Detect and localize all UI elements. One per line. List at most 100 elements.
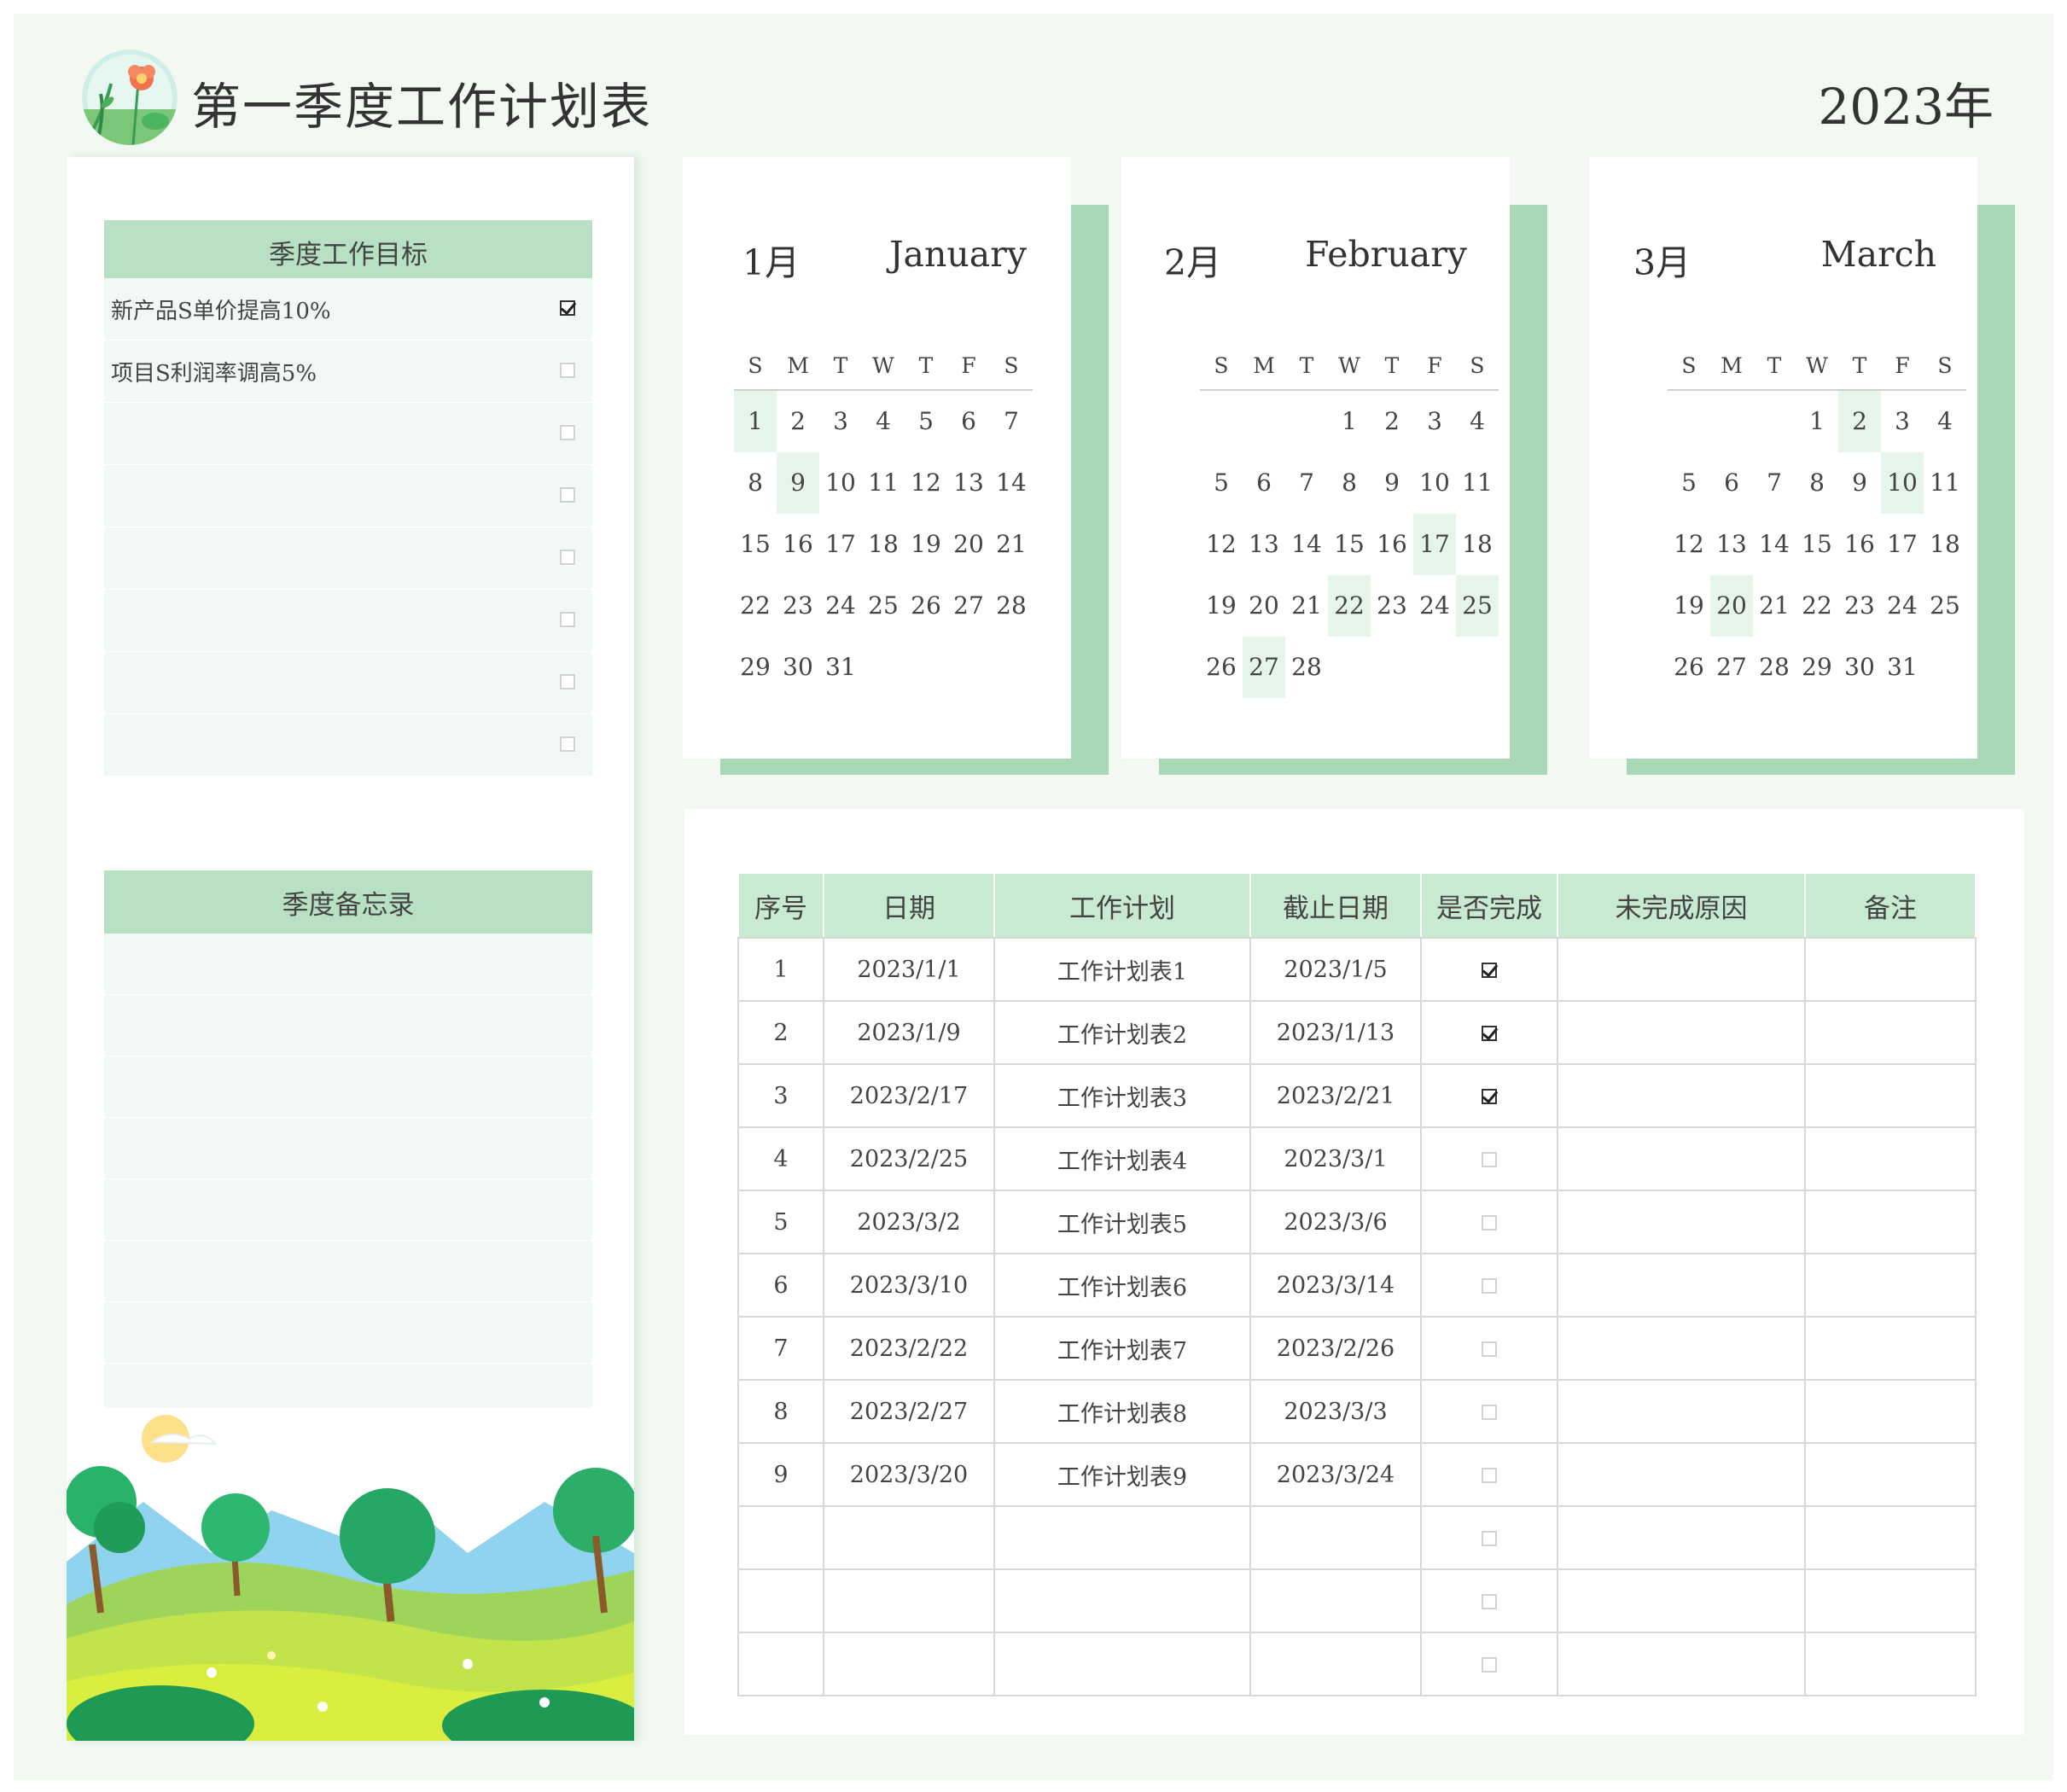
calendar-day[interactable]: 18 xyxy=(862,514,905,575)
calendar-day[interactable]: 4 xyxy=(1924,391,1966,452)
cell-no[interactable]: 4 xyxy=(737,1126,824,1191)
cell-done[interactable] xyxy=(1420,1568,1558,1633)
calendar-day[interactable]: 22 xyxy=(1796,575,1838,637)
calendar-day[interactable]: 16 xyxy=(777,514,819,575)
cell-reason[interactable] xyxy=(1557,937,1806,1002)
cell-note[interactable] xyxy=(1804,1568,1977,1633)
cell-note[interactable] xyxy=(1804,1505,1977,1570)
calendar-day[interactable]: 30 xyxy=(777,637,819,698)
cell-note[interactable] xyxy=(1804,1126,1977,1191)
cell-reason[interactable] xyxy=(1557,1000,1806,1065)
calendar-day[interactable]: 7 xyxy=(990,391,1033,452)
cell-plan[interactable]: 工作计划表6 xyxy=(993,1253,1251,1318)
calendar-day[interactable]: 22 xyxy=(1328,575,1371,637)
cell-reason[interactable] xyxy=(1557,1442,1806,1507)
calendar-day[interactable]: 6 xyxy=(947,391,990,452)
calendar-day[interactable]: 14 xyxy=(1285,514,1328,575)
cell-no[interactable] xyxy=(737,1505,824,1570)
cell-plan[interactable]: 工作计划表1 xyxy=(993,937,1251,1002)
done-checkbox-icon[interactable] xyxy=(1482,1657,1497,1673)
cell-no[interactable]: 6 xyxy=(737,1253,824,1318)
cell-date[interactable]: 2023/1/9 xyxy=(823,1000,995,1065)
cell-reason[interactable] xyxy=(1557,1505,1806,1570)
calendar-day[interactable]: 1 xyxy=(1796,391,1838,452)
calendar-day[interactable]: 2 xyxy=(777,391,819,452)
calendar-day[interactable]: 24 xyxy=(1413,575,1456,637)
cell-done[interactable] xyxy=(1420,1063,1558,1128)
cell-deadline[interactable]: 2023/2/21 xyxy=(1249,1063,1422,1128)
done-checkbox-icon[interactable] xyxy=(1482,963,1497,978)
memo-row[interactable] xyxy=(104,1302,592,1364)
calendar-day[interactable]: 2 xyxy=(1371,391,1413,452)
calendar-day[interactable]: 28 xyxy=(1753,637,1796,698)
cell-done[interactable] xyxy=(1420,1442,1558,1507)
calendar-day[interactable]: 1 xyxy=(734,391,777,452)
cell-no[interactable]: 7 xyxy=(737,1316,824,1381)
calendar-day[interactable]: 26 xyxy=(905,575,947,637)
calendar-day[interactable]: 14 xyxy=(1753,514,1796,575)
calendar-day[interactable]: 27 xyxy=(1243,637,1285,698)
calendar-day[interactable]: 25 xyxy=(862,575,905,637)
cell-deadline[interactable] xyxy=(1249,1505,1422,1570)
goal-checkbox-icon[interactable] xyxy=(560,363,575,378)
cell-no[interactable]: 2 xyxy=(737,1000,824,1065)
cell-no[interactable]: 3 xyxy=(737,1063,824,1128)
goal-checkbox-icon[interactable] xyxy=(560,300,575,316)
cell-done[interactable] xyxy=(1420,1316,1558,1381)
cell-deadline[interactable] xyxy=(1249,1632,1422,1696)
cell-done[interactable] xyxy=(1420,1379,1558,1444)
goal-row[interactable] xyxy=(104,714,592,777)
cell-deadline[interactable]: 2023/3/3 xyxy=(1249,1379,1422,1444)
calendar-day[interactable]: 28 xyxy=(1285,637,1328,698)
cell-plan[interactable]: 工作计划表4 xyxy=(993,1126,1251,1191)
cell-plan[interactable] xyxy=(993,1632,1251,1696)
cell-date[interactable]: 2023/2/22 xyxy=(823,1316,995,1381)
cell-note[interactable] xyxy=(1804,1063,1977,1128)
calendar-day[interactable]: 15 xyxy=(1328,514,1371,575)
goal-row[interactable] xyxy=(104,465,592,527)
done-checkbox-icon[interactable] xyxy=(1482,1026,1497,1041)
done-checkbox-icon[interactable] xyxy=(1482,1215,1497,1231)
calendar-day[interactable]: 24 xyxy=(1881,575,1924,637)
cell-reason[interactable] xyxy=(1557,1379,1806,1444)
cell-plan[interactable] xyxy=(993,1568,1251,1633)
calendar-day[interactable]: 17 xyxy=(819,514,862,575)
calendar-day[interactable]: 3 xyxy=(819,391,862,452)
calendar-day[interactable]: 27 xyxy=(947,575,990,637)
cell-no[interactable]: 8 xyxy=(737,1379,824,1444)
cell-reason[interactable] xyxy=(1557,1253,1806,1318)
calendar-day[interactable]: 19 xyxy=(1200,575,1243,637)
calendar-day[interactable]: 30 xyxy=(1838,637,1881,698)
goal-row[interactable]: 项目S利润率调高5% xyxy=(104,340,592,403)
done-checkbox-icon[interactable] xyxy=(1482,1531,1497,1546)
calendar-day[interactable]: 22 xyxy=(734,575,777,637)
cell-deadline[interactable]: 2023/3/1 xyxy=(1249,1126,1422,1191)
calendar-day[interactable]: 20 xyxy=(1243,575,1285,637)
memo-row[interactable] xyxy=(104,1056,592,1118)
calendar-day[interactable]: 9 xyxy=(777,452,819,514)
memo-row[interactable] xyxy=(104,995,592,1056)
cell-deadline[interactable]: 2023/3/24 xyxy=(1249,1442,1422,1507)
calendar-day[interactable]: 15 xyxy=(1796,514,1838,575)
calendar-day[interactable]: 11 xyxy=(1456,452,1499,514)
calendar-day[interactable]: 13 xyxy=(947,452,990,514)
calendar-day[interactable]: 5 xyxy=(905,391,947,452)
done-checkbox-icon[interactable] xyxy=(1482,1089,1497,1104)
calendar-day[interactable]: 17 xyxy=(1413,514,1456,575)
cell-date[interactable]: 2023/3/10 xyxy=(823,1253,995,1318)
cell-done[interactable] xyxy=(1420,1632,1558,1696)
goal-checkbox-icon[interactable] xyxy=(560,550,575,565)
cell-no[interactable] xyxy=(737,1632,824,1696)
goal-checkbox-icon[interactable] xyxy=(560,487,575,503)
goal-text[interactable]: 新产品S单价提高10% xyxy=(104,294,331,325)
goal-checkbox-icon[interactable] xyxy=(560,425,575,440)
calendar-day[interactable]: 19 xyxy=(905,514,947,575)
cell-no[interactable]: 5 xyxy=(737,1190,824,1254)
cell-done[interactable] xyxy=(1420,1126,1558,1191)
cell-deadline[interactable]: 2023/3/6 xyxy=(1249,1190,1422,1254)
cell-no[interactable]: 9 xyxy=(737,1442,824,1507)
cell-date[interactable] xyxy=(823,1632,995,1696)
cell-date[interactable]: 2023/3/2 xyxy=(823,1190,995,1254)
cell-note[interactable] xyxy=(1804,1632,1977,1696)
goal-row[interactable] xyxy=(104,652,592,714)
